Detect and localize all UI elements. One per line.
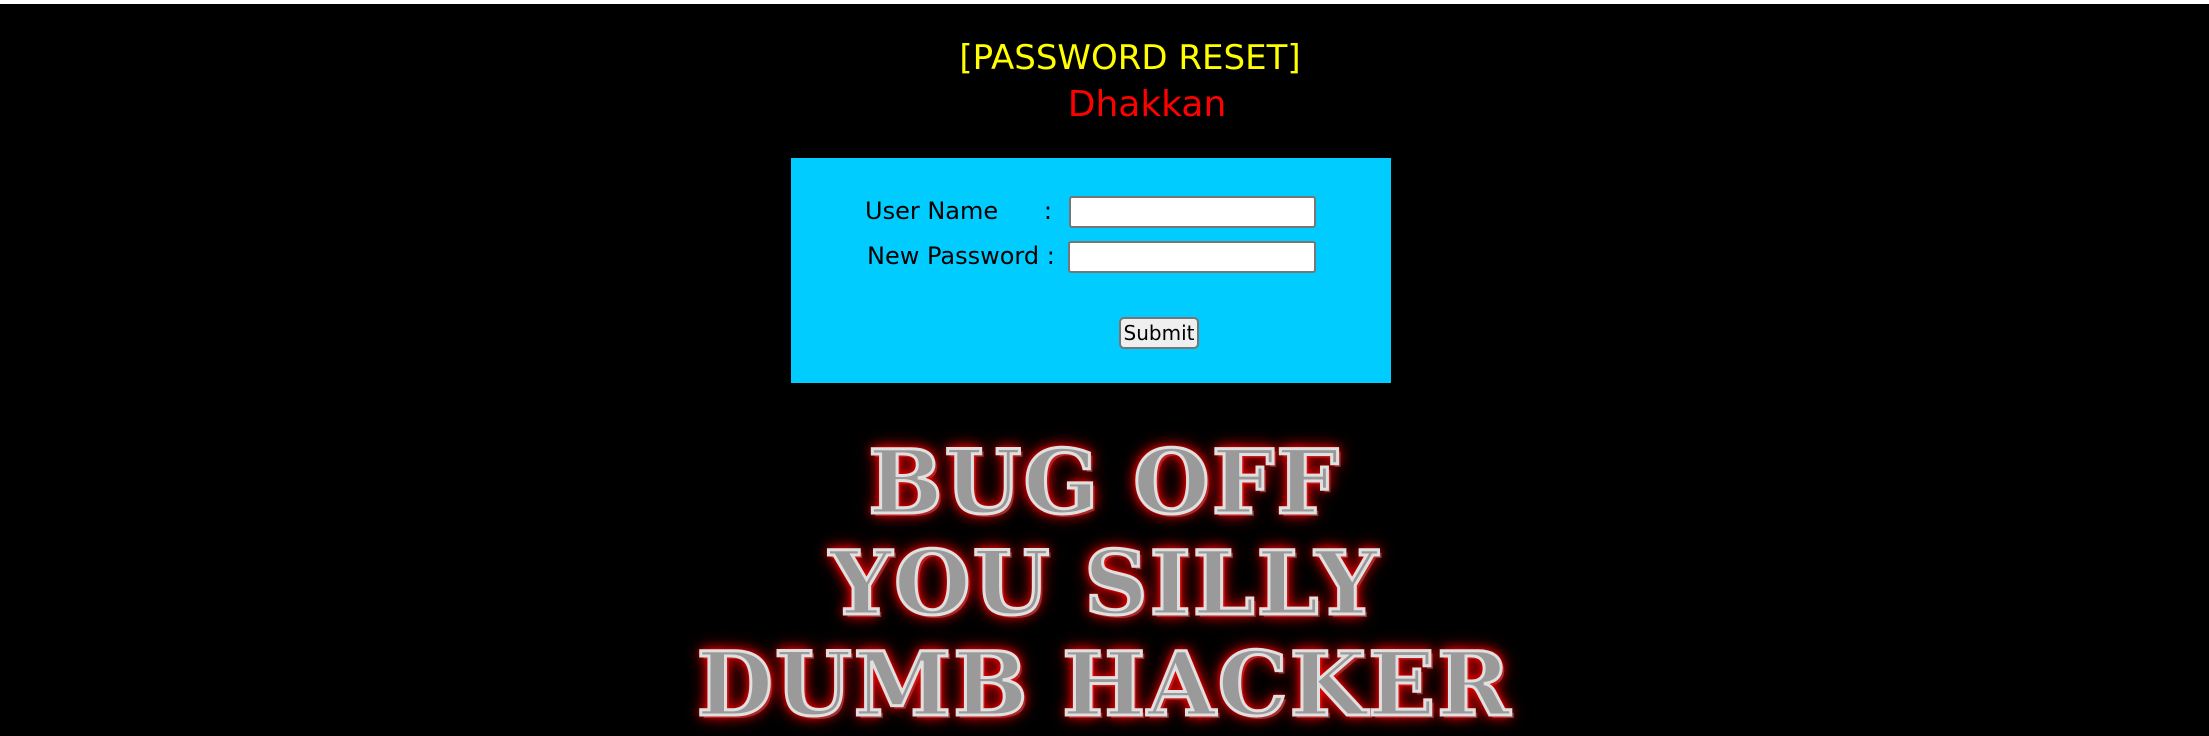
submit-button[interactable]: Submit bbox=[1119, 317, 1199, 349]
password-reset-form: User Name : New Password : Submit bbox=[791, 158, 1391, 383]
banner-line: YOU SILLY bbox=[828, 531, 1380, 635]
new-password-label: New Password : bbox=[867, 242, 1055, 270]
username-label: User Name : bbox=[865, 197, 1052, 225]
banner-line: BUG OFF bbox=[867, 430, 1341, 534]
banner-line: DUMB HACKER bbox=[695, 632, 1513, 736]
top-border bbox=[0, 0, 2209, 4]
page-title: [PASSWORD RESET] bbox=[959, 38, 1301, 78]
page-subtitle: Dhakkan bbox=[1067, 84, 1227, 125]
username-input[interactable] bbox=[1069, 196, 1316, 228]
new-password-input[interactable] bbox=[1068, 241, 1316, 273]
warning-banner: BUG OFF YOU SILLY DUMB HACKER bbox=[0, 430, 2209, 736]
